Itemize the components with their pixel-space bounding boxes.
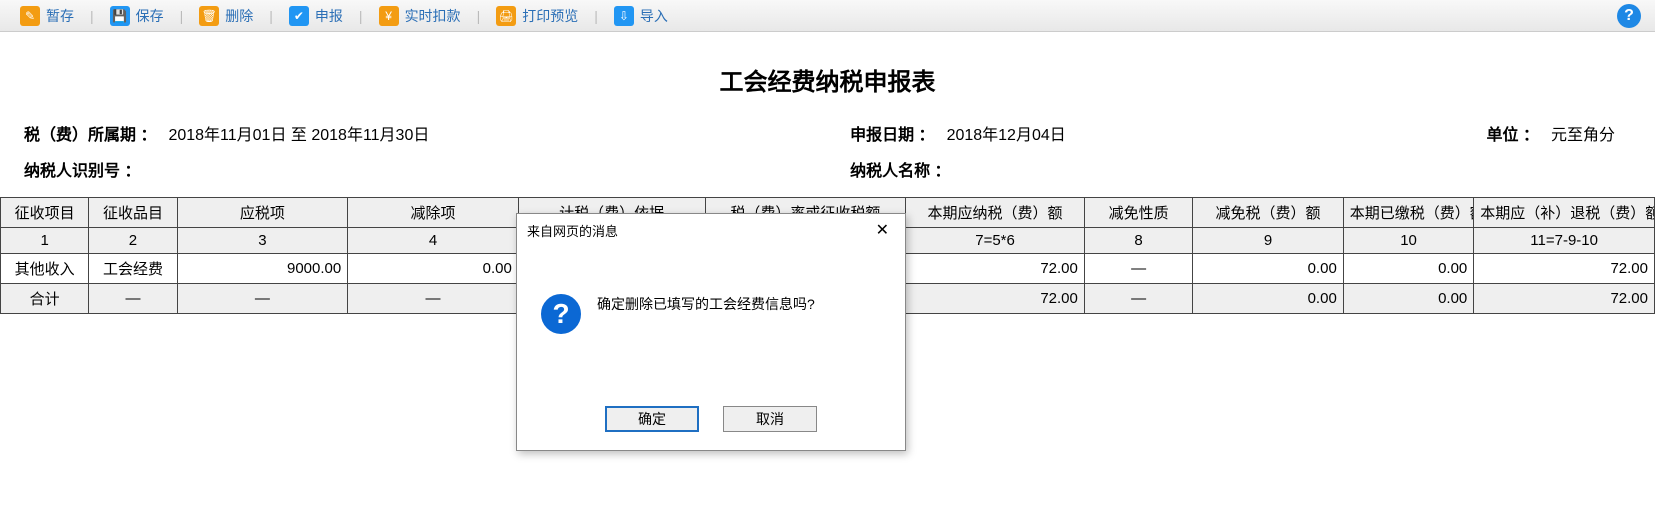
cell-deduct[interactable]: 0.00 (348, 254, 519, 284)
import-icon: ⇩ (614, 6, 634, 26)
th-6: 本期应纳税（费）额 (906, 198, 1085, 228)
print-preview-button[interactable]: 🖨 打印预览 (492, 4, 582, 28)
declare-label: 申报 (315, 6, 343, 26)
total-c9: 0.00 (1343, 284, 1473, 314)
idx-3: 4 (348, 228, 519, 254)
idx-6: 7=5*6 (906, 228, 1085, 254)
dialog-title: 来自网页的消息 (527, 221, 618, 240)
cell-balance: 72.00 (1474, 254, 1655, 284)
import-label: 导入 (640, 6, 668, 26)
total-c3: — (348, 284, 519, 314)
confirm-dialog: 来自网页的消息 ✕ ? 确定删除已填写的工会经费信息吗? 确定 取消 (516, 213, 906, 451)
meta-section: 税（费）所属期 ： 2018年11月01日 至 2018年11月30日 纳税人识… (0, 97, 1655, 197)
idx-8: 9 (1193, 228, 1344, 254)
save-icon: 💾 (110, 6, 130, 26)
cell-paid: 0.00 (1343, 254, 1473, 284)
cell-relief-amt: 0.00 (1193, 254, 1344, 284)
close-icon[interactable]: ✕ (870, 220, 895, 240)
print-icon: 🖨 (496, 6, 516, 26)
declare-button[interactable]: ✔ 申报 (285, 4, 347, 28)
idx-2: 3 (177, 228, 348, 254)
print-preview-label: 打印预览 (522, 6, 578, 26)
realtime-pay-button[interactable]: ¥ 实时扣款 (375, 4, 465, 28)
idx-1: 2 (89, 228, 177, 254)
total-c2: — (177, 284, 348, 314)
declare-date-label: 申报日期 ： (850, 121, 934, 145)
cancel-button[interactable]: 取消 (723, 406, 817, 432)
toolbar-separator: | (90, 8, 94, 24)
toolbar: ✎ 暂存 | 💾 保存 | 🗑 删除 | ✔ 申报 | ¥ 实时扣款 | 🖨 打… (0, 0, 1655, 32)
unit-value: 元至角分 (1551, 121, 1615, 145)
delete-button[interactable]: 🗑 删除 (195, 4, 257, 28)
dialog-message: 确定删除已填写的工会经费信息吗? (597, 294, 815, 314)
cell-subitem: 工会经费 (89, 254, 177, 284)
toolbar-separator: | (594, 8, 598, 24)
idx-0: 1 (1, 228, 89, 254)
th-3: 减除项 (348, 198, 519, 228)
save-label: 保存 (136, 6, 164, 26)
temp-save-icon: ✎ (20, 6, 40, 26)
realtime-pay-label: 实时扣款 (405, 6, 461, 26)
delete-icon: 🗑 (199, 6, 219, 26)
delete-label: 删除 (225, 6, 253, 26)
cell-item: 其他收入 (1, 254, 89, 284)
ok-button[interactable]: 确定 (605, 406, 699, 432)
total-c7: — (1084, 284, 1192, 314)
unit-label: 单位 ： (1487, 121, 1539, 145)
toolbar-separator: | (269, 8, 273, 24)
declare-date-value: 2018年12月04日 (947, 121, 1066, 145)
period-value: 2018年11月01日 至 2018年11月30日 (168, 121, 429, 145)
save-button[interactable]: 💾 保存 (106, 4, 168, 28)
help-icon[interactable]: ? (1617, 4, 1641, 28)
th-2: 应税项 (177, 198, 348, 228)
toolbar-separator: | (180, 8, 184, 24)
period-label: 税（费）所属期 ： (24, 121, 156, 145)
th-10: 本期应（补）退税（费）额 (1474, 198, 1655, 228)
total-c10: 72.00 (1474, 284, 1655, 314)
th-1: 征收品目 (89, 198, 177, 228)
toolbar-separator: | (359, 8, 363, 24)
th-9: 本期已缴税（费）额 (1343, 198, 1473, 228)
page-title: 工会经费纳税申报表 (0, 62, 1655, 97)
toolbar-separator: | (477, 8, 481, 24)
temp-save-button[interactable]: ✎ 暂存 (16, 4, 78, 28)
cell-due: 72.00 (906, 254, 1085, 284)
dialog-titlebar: 来自网页的消息 ✕ (517, 214, 905, 246)
temp-save-label: 暂存 (46, 6, 74, 26)
cell-taxable[interactable]: 9000.00 (177, 254, 348, 284)
realtime-pay-icon: ¥ (379, 6, 399, 26)
taxpayer-name-label: 纳税人名称 ： (850, 157, 950, 181)
total-c1: — (89, 284, 177, 314)
tax-id-label: 纳税人识别号 ： (24, 157, 140, 181)
declare-icon: ✔ (289, 6, 309, 26)
th-8: 减免税（费）额 (1193, 198, 1344, 228)
import-button[interactable]: ⇩ 导入 (610, 4, 672, 28)
idx-7: 8 (1084, 228, 1192, 254)
total-c6: 72.00 (906, 284, 1085, 314)
question-icon: ? (541, 294, 581, 334)
th-0: 征收项目 (1, 198, 89, 228)
idx-9: 10 (1343, 228, 1473, 254)
th-7: 减免性质 (1084, 198, 1192, 228)
total-label: 合计 (1, 284, 89, 314)
total-c8: 0.00 (1193, 284, 1344, 314)
cell-relief-type: — (1084, 254, 1192, 284)
idx-10: 11=7-9-10 (1474, 228, 1655, 254)
